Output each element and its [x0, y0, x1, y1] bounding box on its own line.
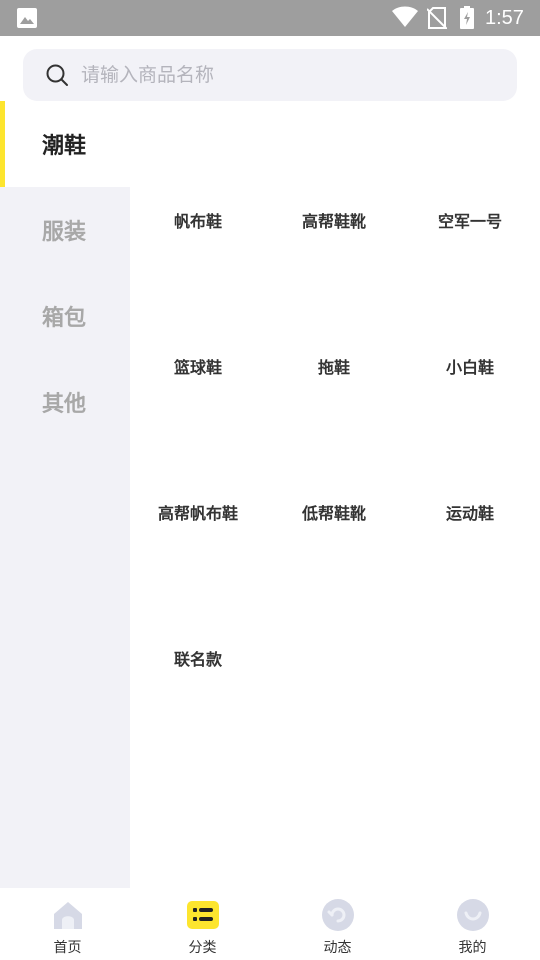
grid-item[interactable]: 低帮鞋靴	[266, 499, 402, 529]
tab-label: 我的	[458, 940, 487, 956]
grid-item[interactable]: 帆布鞋	[130, 207, 266, 237]
sidebar-item-label: 潮鞋	[42, 134, 87, 159]
sidebar-item-other[interactable]: 其他	[0, 359, 130, 445]
search-input[interactable]	[81, 59, 501, 91]
tab-label: 动态	[323, 940, 352, 956]
activity-icon	[321, 899, 354, 931]
tab-label: 分类	[188, 940, 217, 956]
sidebar-item-clothing[interactable]: 服装	[0, 187, 130, 273]
category-icon	[186, 901, 219, 929]
grid-item[interactable]: 高帮鞋靴	[266, 207, 402, 237]
tab-category[interactable]: 分类	[135, 888, 270, 960]
sidebar-item-trendy-shoes[interactable]: 潮鞋	[0, 101, 130, 187]
grid-item[interactable]: 空军一号	[402, 207, 538, 237]
sidebar-item-label: 服装	[42, 220, 87, 245]
grid-item[interactable]: 拖鞋	[266, 353, 402, 383]
no-sim-icon	[427, 7, 447, 29]
tab-activity[interactable]: 动态	[270, 888, 405, 960]
grid-item[interactable]: 篮球鞋	[130, 353, 266, 383]
battery-charging-icon	[460, 6, 474, 29]
grid-item[interactable]: 小白鞋	[402, 353, 538, 383]
grid-item[interactable]: 运动鞋	[402, 499, 538, 529]
sidebar-item-label: 其他	[42, 392, 87, 417]
category-sidebar: 潮鞋 服装 箱包 其他	[0, 101, 130, 888]
tab-label: 首页	[53, 940, 82, 956]
search-bar[interactable]	[23, 49, 517, 101]
wifi-icon	[392, 6, 418, 27]
home-icon	[53, 902, 82, 929]
grid-item[interactable]: 高帮帆布鞋	[130, 499, 266, 529]
search-icon	[46, 64, 68, 86]
profile-icon	[456, 899, 489, 931]
sidebar-item-label: 箱包	[42, 306, 87, 331]
tab-profile[interactable]: 我的	[405, 888, 540, 960]
tab-home[interactable]: 首页	[0, 888, 135, 960]
grid-item[interactable]: 联名款	[130, 645, 266, 675]
subcategory-grid: 帆布鞋 高帮鞋靴 空军一号 篮球鞋 拖鞋 小白鞋 高帮帆布鞋 低帮鞋靴 运动鞋 …	[130, 101, 540, 888]
status-bar: 1:57	[0, 0, 540, 36]
sidebar-item-bags[interactable]: 箱包	[0, 273, 130, 359]
gallery-icon	[17, 8, 37, 28]
clock-time: 1:57	[485, 7, 524, 29]
bottom-navigation: 首页 分类 动态 我的	[0, 888, 540, 960]
